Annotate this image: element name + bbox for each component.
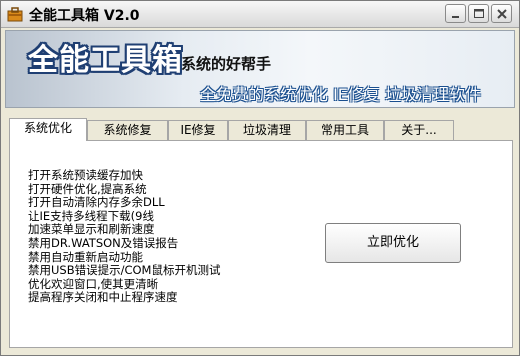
list-item: 让IE支持多线程下载(9线 <box>28 208 154 223</box>
list-item: 禁用USB错误提示/COM鼠标开机测试 <box>28 263 221 278</box>
minimize-button[interactable] <box>445 4 466 23</box>
banner-subtitle: 系统的好帮手 <box>181 55 272 73</box>
tab-about[interactable]: 关于... <box>384 120 454 140</box>
minimize-icon <box>452 16 459 18</box>
close-icon <box>497 9 507 19</box>
tab-common-tools[interactable]: 常用工具 <box>306 120 384 140</box>
list-item: 提高程序关闭和中止程序速度 <box>28 290 178 305</box>
tab-system-optimize[interactable]: 系统优化 <box>9 118 87 141</box>
banner-title: 全能工具箱 <box>28 43 183 78</box>
tab-panel-system-optimize: 打开系统预读缓存加快 打开硬件优化,提高系统 打开自动清除内存多余DLL 让IE… <box>9 140 513 348</box>
tab-junk-clean[interactable]: 垃圾清理 <box>228 120 306 140</box>
maximize-button[interactable] <box>468 4 489 23</box>
list-item: 打开系统预读缓存加快 <box>28 168 143 182</box>
banner-slogan: 全免费的系统优化 IE修复 垃圾清理软件 <box>200 85 482 104</box>
maximize-icon <box>474 9 484 18</box>
list-item: 打开自动清除内存多余DLL <box>28 195 165 210</box>
header-banner: 全能工具箱 系统的好帮手 全免费的系统优化 IE修复 垃圾清理软件 <box>5 30 515 108</box>
feature-list: 打开系统预读缓存加快 打开硬件优化,提高系统 打开自动清除内存多余DLL 让IE… <box>28 168 221 305</box>
window-title: 全能工具箱 V2.0 <box>29 8 140 24</box>
list-item: 加速菜单显示和刷新速度 <box>28 222 155 237</box>
toolbox-icon <box>7 6 23 22</box>
list-item: 禁用DR.WATSON及错误报告 <box>28 235 179 250</box>
optimize-now-button[interactable]: 立即优化 <box>325 223 461 263</box>
list-item: 打开硬件优化,提高系统 <box>28 181 147 196</box>
list-item: 优化欢迎窗口,使其更清晰 <box>28 276 159 291</box>
main-window: 全能工具箱 V2.0 全能工具箱 系统的好帮手 全免费的系统优化 IE修复 垃圾… <box>0 0 520 356</box>
title-bar[interactable]: 全能工具箱 V2.0 <box>1 1 519 28</box>
tab-system-repair[interactable]: 系统修复 <box>87 120 168 140</box>
list-item: 禁用自动重新启动功能 <box>28 249 143 264</box>
tab-ie-repair[interactable]: IE修复 <box>168 120 228 140</box>
close-button[interactable] <box>491 4 512 23</box>
